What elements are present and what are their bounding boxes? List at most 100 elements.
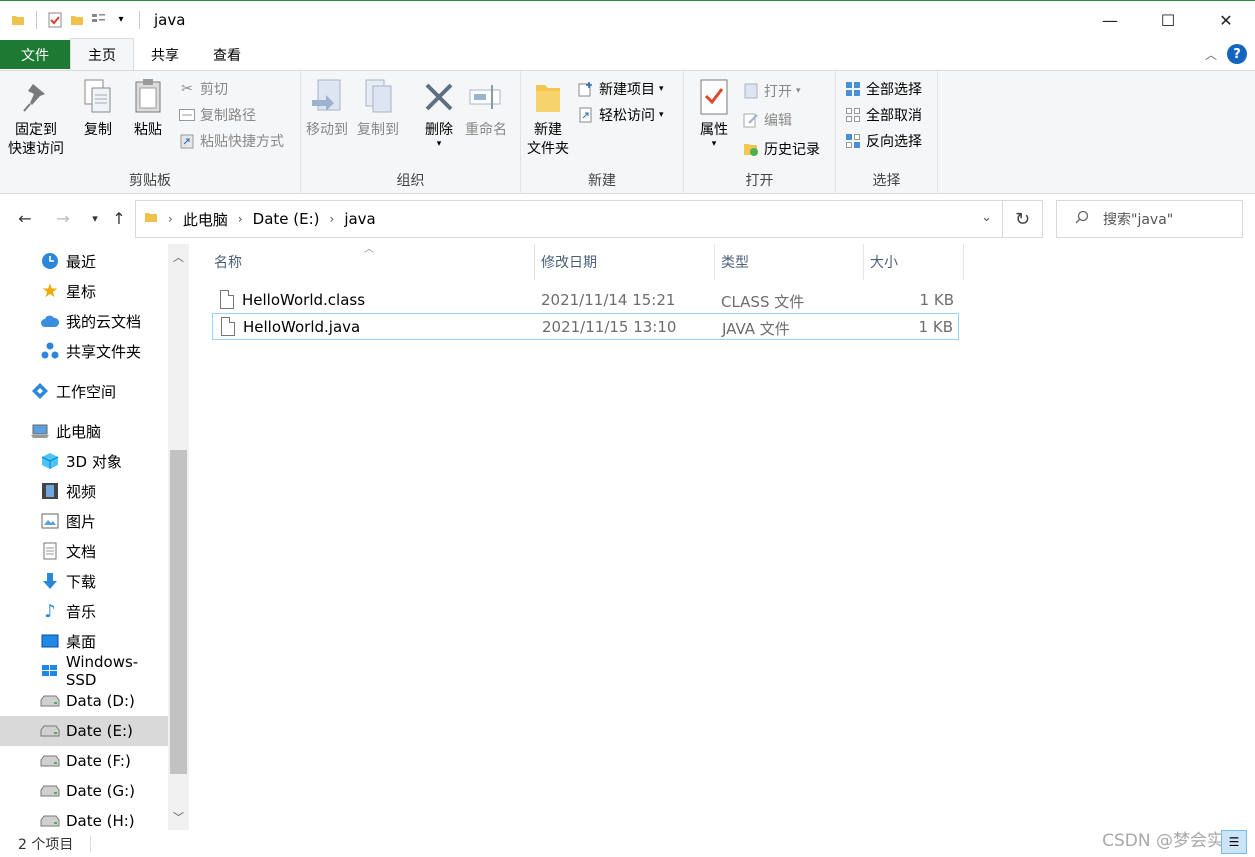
sidebar-item-pictures[interactable]: 图片 [0,506,168,536]
chevron-up-icon[interactable]: ︿ [168,246,189,268]
pin-quick-access-button[interactable]: 固定到 快速访问 [8,77,64,159]
delete-label: 删除 [425,122,453,138]
breadcrumb-this-pc[interactable]: 此电脑 [183,209,228,230]
paste-button[interactable]: 粘贴 [130,77,166,140]
cut-button[interactable]: ✂ 剪切 [178,78,228,100]
pin-icon [18,77,54,117]
column-header-name[interactable]: 名称 [208,244,535,280]
chevron-down-icon: ▾ [796,86,801,96]
collapse-ribbon-icon[interactable]: ︿ [1205,46,1217,63]
sidebar-item-drive-h[interactable]: Date (H:) [0,806,168,830]
sidebar-item-videos[interactable]: 视频 [0,476,168,506]
column-header-type[interactable]: 类型 [715,244,864,280]
new-group: 新建 文件夹 新建项目 ▾ 轻松访问 ▾ 新建 [521,71,684,194]
move-to-button[interactable]: 移动到 [306,77,348,140]
select-all-button[interactable]: 全部选择 [844,78,922,100]
sidebar-item-recent[interactable]: 最近 [0,246,168,276]
windows-drive-icon [40,661,60,681]
up-button[interactable]: ↑ [108,206,130,230]
sidebar-item-documents[interactable]: 文档 [0,536,168,566]
chevron-down-icon[interactable]: ⌄ [981,210,992,225]
customize-toolbar-icon[interactable] [91,12,107,28]
column-header-date[interactable]: 修改日期 [535,244,715,280]
history-icon [742,140,760,158]
select-none-button[interactable]: 全部取消 [844,104,922,126]
file-date: 2021/11/15 13:10 [542,318,677,336]
copy-to-button[interactable]: 复制到 [357,77,399,140]
copy-label: 复制 [84,122,112,138]
sidebar-item-3d-objects[interactable]: 3D 对象 [0,446,168,476]
recent-locations-button[interactable]: ▾ [84,206,106,230]
sidebar-item-starred[interactable]: ★ 星标 [0,276,168,306]
copy-button[interactable]: 复制 [80,77,116,140]
drive-icon [40,721,60,741]
column-header-size[interactable]: 大小 [864,244,964,280]
chevron-down-icon[interactable]: ﹀ [168,806,189,828]
history-button[interactable]: 历史记录 [742,138,820,160]
forward-button[interactable]: → [52,206,74,230]
tab-view[interactable]: 查看 [196,40,258,70]
sidebar-item-windows-ssd[interactable]: Windows-SSD [0,653,168,689]
copy-path-button[interactable]: 复制路径 [178,104,256,126]
search-box[interactable]: 搜索"java" [1056,200,1243,238]
edit-button[interactable]: 编辑 [742,109,792,131]
sidebar-scrollbar[interactable]: ︿ ﹀ [168,244,189,830]
close-button[interactable]: ✕ [1197,1,1255,39]
new-folder-button[interactable]: 新建 文件夹 [527,77,569,159]
chevron-down-icon: ▾ [659,84,664,94]
tab-file[interactable]: 文件 [0,40,70,69]
sidebar-item-shared-folder[interactable]: 共享文件夹 [0,336,168,366]
new-item-button[interactable]: 新建项目 ▾ [577,78,664,100]
sidebar-item-label: 视频 [66,482,97,501]
sidebar-item-drive-e[interactable]: Date (E:) [0,716,168,746]
chevron-down-icon[interactable]: ▾ [113,12,129,28]
delete-button[interactable]: 删除 ▾ [421,77,457,149]
maximize-button[interactable]: ☐ [1139,1,1197,39]
sidebar-item-drive-d[interactable]: Data (D:) [0,686,168,716]
sidebar-item-workspace[interactable]: 工作空间 [0,376,168,406]
new-folder-label-1: 新建 [534,122,562,138]
paste-shortcut-button[interactable]: 粘贴快捷方式 [178,130,284,152]
sidebar-item-cloud-docs[interactable]: 我的云文档 [0,306,168,336]
file-row[interactable]: HelloWorld.class 2021/11/14 15:21 CLASS … [212,287,959,314]
select-group: 全部选择 全部取消 反向选择 选择 [836,71,938,194]
sidebar-item-drive-f[interactable]: Date (F:) [0,746,168,776]
rename-button[interactable]: 重命名 [465,77,507,140]
tab-share[interactable]: 共享 [134,40,196,70]
chevron-down-icon: ▾ [711,139,717,149]
sidebar-item-desktop[interactable]: 桌面 [0,626,168,656]
file-row-selected[interactable]: HelloWorld.java 2021/11/15 13:10 JAVA 文件… [212,313,959,340]
breadcrumb-java[interactable]: java [344,210,375,228]
easy-access-button[interactable]: 轻松访问 ▾ [577,104,664,126]
help-icon[interactable]: ? [1227,44,1247,64]
easy-access-icon [577,106,595,124]
sidebar-item-music[interactable]: ♪ 音乐 [0,596,168,626]
item-count: 2 个项目 [18,836,74,853]
open-icon [742,82,760,100]
refresh-button[interactable]: ↻ [1003,200,1043,238]
minimize-button[interactable]: — [1081,1,1139,39]
scissors-icon: ✂ [181,81,193,97]
rename-icon [468,77,504,117]
breadcrumb-drive-e[interactable]: Date (E:) [253,210,320,228]
share-icon [40,341,60,361]
select-none-label: 全部取消 [866,108,922,124]
address-bar[interactable]: › 此电脑 › Date (E:) › java ⌄ [135,200,1003,238]
sidebar-item-this-pc[interactable]: 此电脑 [0,416,168,446]
properties-check-icon[interactable] [47,12,63,28]
sidebar-item-label: 工作空间 [56,382,117,401]
chevron-right-icon: › [237,212,243,226]
sidebar-item-downloads[interactable]: 下载 [0,566,168,596]
tab-home[interactable]: 主页 [70,38,134,70]
open-button[interactable]: 打开 ▾ [742,80,801,102]
new-folder-icon[interactable] [69,12,85,28]
properties-button[interactable]: 属性 ▾ [696,77,732,149]
quick-access-toolbar: ▾ java [0,10,185,29]
scrollbar-thumb[interactable] [170,450,187,774]
cloud-icon [40,311,60,331]
details-view-button[interactable]: ☰ [1221,830,1247,854]
open-group: 属性 ▾ 打开 ▾ 编辑 历史记录 打开 [684,71,836,194]
sidebar-item-drive-g[interactable]: Date (G:) [0,776,168,806]
invert-selection-button[interactable]: 反向选择 [844,130,922,152]
back-button[interactable]: ← [14,206,36,230]
